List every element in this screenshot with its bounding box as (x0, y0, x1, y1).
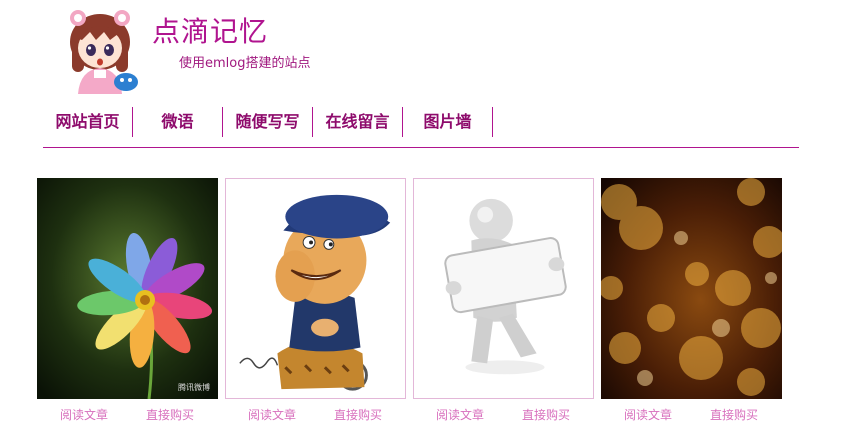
card-links: 阅读文章 直接购买 (601, 407, 782, 423)
nav-divider (43, 147, 799, 148)
read-article-link[interactable]: 阅读文章 (436, 407, 484, 423)
golden-bokeh-image[interactable] (601, 178, 782, 399)
image-gallery: 腾讯微博 阅读文章 直接购买 阅读文章 直接购买 阅读文章 直接购买 阅读文章 … (37, 178, 782, 423)
read-article-link[interactable]: 阅读文章 (624, 407, 672, 423)
gallery-card: 阅读文章 直接购买 (601, 178, 782, 423)
gallery-card: 阅读文章 直接购买 (225, 178, 406, 423)
buy-now-link[interactable]: 直接购买 (710, 407, 758, 423)
nav-item-gallery[interactable]: 图片墙 (403, 107, 493, 137)
nav-item-home[interactable]: 网站首页 (43, 107, 133, 137)
read-article-link[interactable]: 阅读文章 (60, 407, 108, 423)
main-nav: 网站首页 微语 随便写写 在线留言 图片墙 (43, 107, 493, 137)
site-title[interactable]: 点滴记忆 (152, 14, 268, 50)
rainbow-flower-image[interactable]: 腾讯微博 (37, 178, 218, 399)
card-links: 阅读文章 直接购买 (413, 407, 594, 423)
nav-item-posts[interactable]: 随便写写 (223, 107, 313, 137)
site-header: 点滴记忆 使用emlog搭建的站点 (0, 0, 865, 100)
buy-now-link[interactable]: 直接购买 (146, 407, 194, 423)
caricature-image[interactable] (225, 178, 406, 399)
image-watermark: 腾讯微博 (178, 383, 210, 392)
buy-now-link[interactable]: 直接购买 (334, 407, 382, 423)
read-article-link[interactable]: 阅读文章 (248, 407, 296, 423)
gallery-card: 阅读文章 直接购买 (413, 178, 594, 423)
buy-now-link[interactable]: 直接购买 (522, 407, 570, 423)
anime-girl-avatar-logo[interactable] (64, 8, 140, 94)
site-subtitle: 使用emlog搭建的站点 (179, 56, 311, 71)
card-links: 阅读文章 直接购买 (225, 407, 406, 423)
nav-item-microblog[interactable]: 微语 (133, 107, 223, 137)
gallery-card: 腾讯微博 阅读文章 直接购买 (37, 178, 218, 423)
3d-figure-sign-image[interactable] (413, 178, 594, 399)
card-links: 阅读文章 直接购买 (37, 407, 218, 423)
nav-item-guestbook[interactable]: 在线留言 (313, 107, 403, 137)
